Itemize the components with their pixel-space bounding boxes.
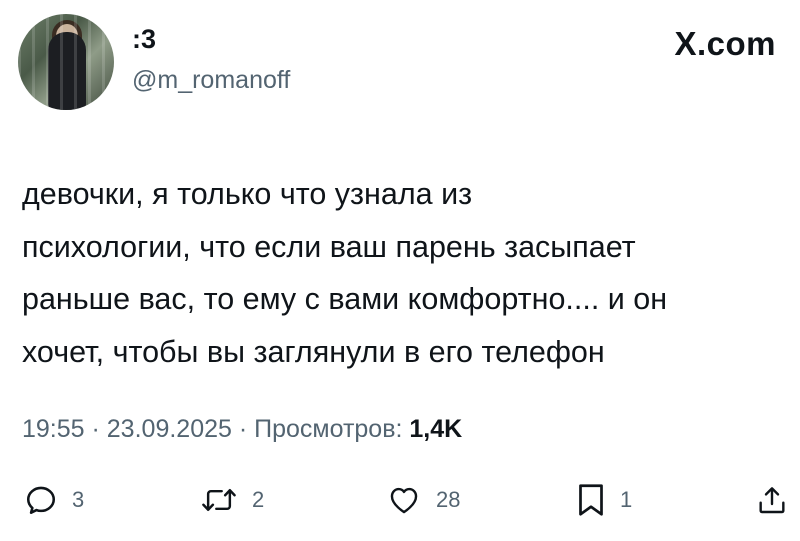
reply-icon (26, 486, 56, 515)
views-label: Просмотров: (254, 415, 410, 443)
action-bar: 3 2 28 1 (0, 478, 800, 522)
avatar[interactable] (18, 14, 114, 110)
meta-separator: · (84, 415, 107, 443)
bookmark-button[interactable]: 1 (576, 478, 632, 522)
tweet-text: девочки, я только что узнала из психолог… (22, 168, 792, 378)
reply-count: 3 (72, 487, 85, 512)
repost-button[interactable]: 2 (200, 478, 264, 522)
tweet-card: :3 @m_romanoff X.com девочки, я только ч… (0, 0, 800, 541)
avatar-background (18, 14, 114, 110)
reply-button[interactable]: 3 (24, 478, 84, 522)
tweet-line: девочки, я только что узнала из (22, 177, 473, 211)
repost-icon (202, 489, 236, 511)
meta-separator: · (231, 415, 255, 443)
tweet-line: хочет, чтобы вы заглянули в его телефон (22, 334, 605, 369)
tweet-date[interactable]: 23.09.2025 (107, 415, 232, 443)
share-button[interactable] (756, 478, 788, 522)
like-button[interactable]: 28 (386, 478, 460, 522)
tweet-meta: 19:55 · 23.09.2025 · Просмотров: 1,4K (22, 414, 462, 444)
tweet-time[interactable]: 19:55 (22, 415, 85, 443)
like-count: 28 (436, 487, 461, 512)
user-handle[interactable]: @m_romanoff (132, 66, 290, 94)
tweet-line: психологии, что если ваш парень засыпает (22, 229, 636, 264)
share-icon (759, 487, 785, 514)
display-name[interactable]: :3 (132, 24, 156, 54)
repost-count: 2 (252, 487, 265, 512)
tweet-line: раньше вас, то ему с вами комфортно.... … (22, 282, 668, 316)
views-count: 1,4K (409, 415, 463, 443)
brand-logo: X.com (674, 25, 776, 62)
bookmark-icon (579, 484, 603, 516)
bookmark-count: 1 (620, 487, 633, 512)
heart-icon (390, 487, 418, 514)
